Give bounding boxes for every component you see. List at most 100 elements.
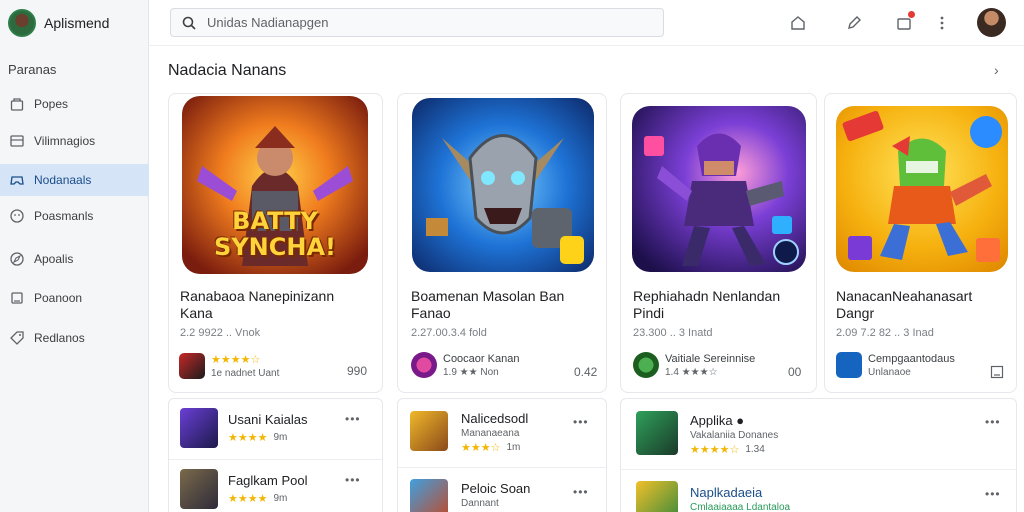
list-item-sub: ★★★★ 9m bbox=[228, 432, 288, 444]
list-item-title: Nalicedsodl bbox=[461, 411, 529, 426]
sidebar-item-poanoon[interactable]: Poanoon bbox=[0, 282, 149, 314]
app-meta: 2.09 7.2 82 .. 3 Inad bbox=[836, 327, 934, 339]
list-item-sub: ★★★★ 9m bbox=[228, 493, 288, 505]
sidebar-item-label: Poasmanls bbox=[34, 209, 94, 223]
home-icon bbox=[8, 95, 26, 113]
sidebar-item-apoalis[interactable]: Apoalis bbox=[0, 243, 149, 275]
app-meta: 2.27.00.3.4 fold bbox=[411, 327, 487, 339]
more-icon[interactable]: ••• bbox=[345, 473, 361, 487]
developer-logo bbox=[633, 352, 659, 378]
list-item[interactable]: Naplkadaeia Cmlaaiaaaa Ldantaloa ••• bbox=[621, 471, 1018, 512]
list-item[interactable]: Usani Kaialas ★★★★ 9m ••• bbox=[169, 399, 384, 457]
developer-name: Vaitiale Sereinnise bbox=[665, 352, 756, 365]
sidebar-item-label: Popes bbox=[34, 97, 69, 111]
sidebar: Aplismend Paranas Popes Vilimnagios Noda… bbox=[0, 0, 149, 512]
sidebar-item-redlanos[interactable]: Redlanos bbox=[0, 322, 149, 354]
app-art-title: BATTY SYNCHA! bbox=[214, 207, 336, 261]
section-more-button[interactable]: › bbox=[994, 62, 999, 78]
developer-sub: 1.9 ★★ Non bbox=[443, 366, 499, 378]
list-item-title: Usani Kaialas bbox=[228, 412, 308, 427]
app-brand[interactable]: Aplismend bbox=[0, 0, 148, 46]
list-item-title: Applika ● bbox=[690, 413, 745, 428]
developer-name: Cempgaantodaus bbox=[868, 352, 955, 365]
app-card[interactable]: BATTY SYNCHA! Ranabaoa Nanepinizann Kana… bbox=[168, 93, 383, 393]
search-icon bbox=[181, 15, 197, 31]
list-item-thumb bbox=[180, 408, 218, 448]
list-item[interactable]: Peloic Soan Dannant ••• bbox=[398, 469, 608, 512]
list-item[interactable]: Applika ● Vakalaniia Donanes ★★★★☆ 1.34 … bbox=[621, 399, 1018, 457]
sidebar-item-vilimnagios[interactable]: Vilimnagios bbox=[0, 125, 149, 157]
app-title: Rephiahadn Nenlandan Pindi bbox=[633, 288, 781, 321]
rating-stars: ★★★★☆ bbox=[211, 354, 261, 366]
sidebar-item-label: Redlanos bbox=[34, 331, 85, 345]
more-icon[interactable]: ••• bbox=[345, 412, 361, 426]
home-icon[interactable] bbox=[787, 12, 809, 34]
sidebar-item-label: Poanoon bbox=[34, 291, 83, 305]
top-bar bbox=[149, 0, 1024, 46]
app-title: Aplismend bbox=[44, 15, 110, 31]
sidebar-item-label: Nodanaals bbox=[34, 173, 92, 187]
more-icon[interactable]: ••• bbox=[985, 415, 1001, 429]
app-title: NanacanNeahanasart Dangr bbox=[836, 288, 973, 321]
more-icon[interactable]: ••• bbox=[573, 485, 589, 499]
list-item-thumb bbox=[410, 479, 448, 512]
app-size: 990 bbox=[347, 364, 368, 378]
app-card[interactable]: NanacanNeahanasart Dangr 2.09 7.2 82 .. … bbox=[824, 93, 1017, 393]
sidebar-item-nodanaals[interactable]: Nodanaals bbox=[0, 164, 149, 196]
compass-icon bbox=[8, 250, 26, 268]
grid-icon bbox=[8, 132, 26, 150]
list-item-thumb bbox=[180, 469, 218, 509]
more-icon[interactable]: ••• bbox=[985, 487, 1001, 501]
list-item-thumb bbox=[410, 411, 448, 451]
section-title: Nadacia Nanans bbox=[168, 62, 287, 79]
list-item[interactable]: Faglkam Pool ★★★★ 9m ••• bbox=[169, 461, 384, 512]
app-title: Ranabaoa Nanepinizann Kana bbox=[180, 288, 335, 321]
sidebar-item-poasmanls[interactable]: Poasmanls bbox=[0, 200, 149, 232]
list-item-rating: ★★★★☆ 1.34 bbox=[690, 444, 765, 456]
more-vert-icon[interactable] bbox=[931, 12, 953, 34]
app-card[interactable]: Boamenan Masolan Ban Fanao 2.27.00.3.4 f… bbox=[397, 93, 607, 393]
search-box[interactable] bbox=[170, 8, 664, 37]
app-meta: 2.2 9922 .. Vnok bbox=[180, 327, 261, 339]
developer-row: ★★★★☆ 1e nadnet Uant bbox=[179, 353, 279, 379]
developer-logo bbox=[179, 353, 205, 379]
developer-row: Vaitiale Sereinnise 1.4 ★★★☆ bbox=[633, 352, 755, 378]
list-item-thumb bbox=[636, 481, 678, 512]
developer-logo bbox=[836, 352, 862, 378]
divider bbox=[398, 467, 606, 468]
gamepad-icon bbox=[8, 171, 26, 189]
notification-badge bbox=[907, 10, 916, 19]
list-item-title: Naplkadaeia bbox=[690, 485, 763, 500]
developer-row: Coocaor Kanan 1.9 ★★ Non bbox=[411, 352, 519, 378]
sidebar-heading: Paranas bbox=[8, 62, 57, 77]
list-item-sub: Dannant bbox=[461, 498, 499, 509]
developer-sub: Unlanaoe bbox=[868, 366, 911, 378]
app-title: Boamenan Masolan Ban Fanao bbox=[411, 288, 565, 321]
app-art bbox=[836, 106, 1008, 272]
list-item-thumb bbox=[636, 411, 678, 455]
developer-sub: 1e nadnet Uant bbox=[211, 368, 280, 379]
app-avatar bbox=[8, 9, 36, 37]
notifications-icon[interactable] bbox=[893, 10, 916, 34]
list-item-sub: Cmlaaiaaaa Ldantaloa bbox=[690, 502, 791, 512]
list-item-sub: Vakalaniia Donanes bbox=[690, 430, 779, 441]
list-item[interactable]: Nalicedsodl Mananaeana ★★★☆ 1m ••• bbox=[398, 399, 608, 457]
user-avatar[interactable] bbox=[977, 8, 1006, 37]
more-icon[interactable]: ••• bbox=[573, 415, 589, 429]
app-meta: 23.300 .. 3 Inatd bbox=[633, 327, 713, 339]
list-item-title: Peloic Soan bbox=[461, 481, 531, 496]
divider bbox=[169, 459, 382, 460]
app-size: 00 bbox=[788, 365, 802, 379]
developer-name: Coocaor Kanan bbox=[443, 352, 520, 365]
list-item-rating: ★★★☆ 1m bbox=[461, 442, 521, 454]
developer-logo bbox=[411, 352, 437, 378]
edit-icon[interactable] bbox=[843, 12, 865, 34]
app-card[interactable]: Rephiahadn Nenlandan Pindi 23.300 .. 3 I… bbox=[620, 93, 817, 393]
sidebar-item-popes[interactable]: Popes bbox=[0, 88, 149, 120]
open-icon[interactable] bbox=[990, 365, 1004, 379]
app-art bbox=[412, 98, 594, 272]
developer-sub: 1.4 ★★★☆ bbox=[665, 366, 718, 378]
search-input[interactable] bbox=[207, 15, 627, 30]
developer-row: Cempgaantodaus Unlanaoe bbox=[836, 352, 955, 378]
face-icon bbox=[8, 207, 26, 225]
